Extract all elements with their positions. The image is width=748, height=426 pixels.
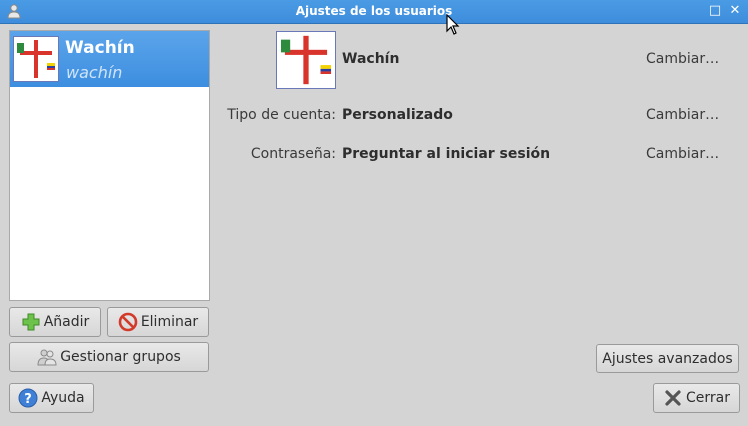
add-icon [22,313,40,331]
mouse-cursor-icon [446,14,460,35]
title-bar: Ajustes de los usuarios □ ✕ [0,0,748,24]
close-window-button[interactable]: ✕ [726,2,744,20]
change-account-type-link[interactable]: Cambiar… [646,107,719,123]
help-label: Ayuda [41,390,85,406]
add-user-label: Añadir [43,314,90,330]
user-list-item[interactable]: Wachín wachín [10,31,209,87]
close-label: Cerrar [686,390,730,406]
change-name-link[interactable]: Cambiar… [646,51,719,67]
close-icon [665,390,681,406]
password-value: Preguntar al iniciar sesión [342,146,551,162]
close-button[interactable]: Cerrar [653,383,740,413]
selected-user-avatar[interactable] [276,31,336,89]
remove-icon [118,312,138,332]
window-title: Ajustes de los usuarios [295,4,453,18]
account-type-label: Tipo de cuenta: [227,107,336,123]
help-icon: ? [18,388,38,408]
manage-groups-label: Gestionar grupos [60,349,181,365]
selected-user-name: Wachín [342,51,400,67]
help-button[interactable]: ? Ayuda [9,383,94,413]
user-login: wachín [66,63,123,82]
avatar-icon [16,39,56,79]
add-user-button[interactable]: Añadir [9,307,101,337]
svg-text:?: ? [25,392,33,407]
remove-user-button[interactable]: Eliminar [107,307,209,337]
advanced-settings-button[interactable]: Ajustes avanzados [596,344,739,373]
advanced-settings-label: Ajustes avanzados [602,350,733,367]
change-password-link[interactable]: Cambiar… [646,146,719,162]
avatar-icon [279,34,333,86]
user-name: Wachín [65,38,135,58]
password-label: Contraseña: [250,146,336,162]
groups-icon [37,349,57,366]
avatar [13,36,59,82]
account-type-value: Personalizado [342,107,453,123]
user-list[interactable]: Wachín wachín [9,30,210,301]
manage-groups-button[interactable]: Gestionar grupos [9,342,209,372]
remove-user-label: Eliminar [140,314,199,330]
maximize-button[interactable]: □ [706,2,724,20]
